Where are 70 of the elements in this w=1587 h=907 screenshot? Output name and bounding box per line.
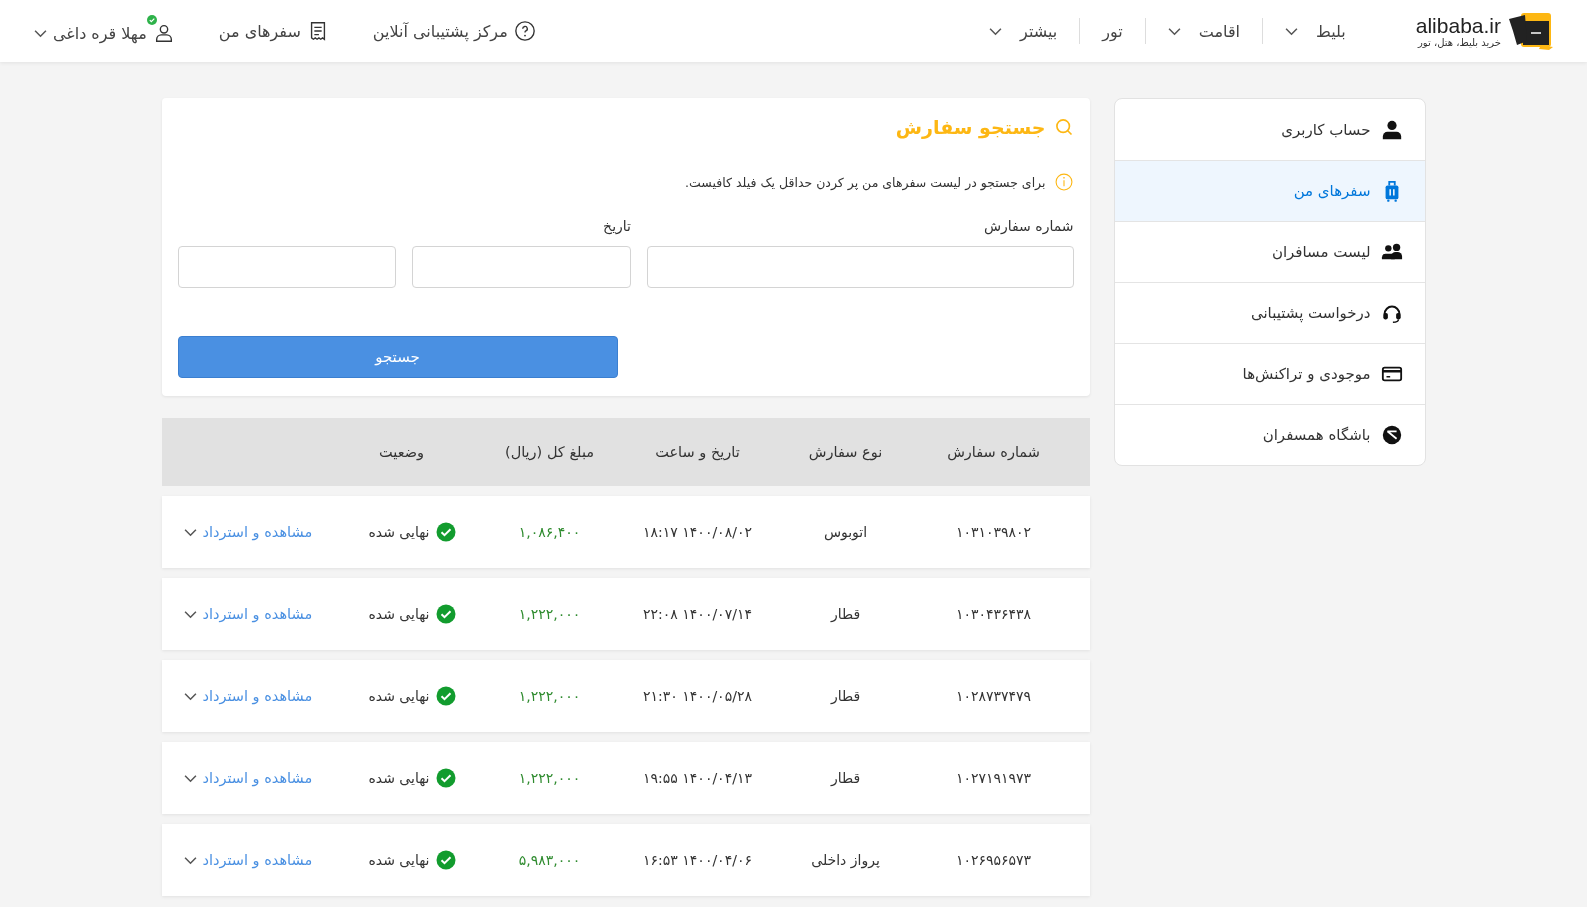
column-header: تاریخ و ساعت — [654, 444, 741, 460]
order-datetime: ۱۴۰۰/۰۴/۱۳ ۱۹:۵۵ — [643, 770, 752, 786]
order-amount: ۱,۰۸۶,۴۰۰ — [518, 524, 581, 540]
logo-tagline: خرید بلیط، هتل، تور — [1418, 37, 1501, 49]
status-text: نهایی شده — [368, 852, 430, 868]
nav-menu-item[interactable]: تور — [1102, 21, 1123, 41]
status-text: نهایی شده — [368, 688, 430, 704]
caret-icon — [989, 26, 1003, 36]
caret-icon — [183, 609, 197, 619]
order-datetime: ۱۴۰۰/۰۷/۱۴ ۲۲:۰۸ — [643, 606, 752, 622]
check-icon — [435, 686, 456, 706]
sidebar-item[interactable]: موجودی و تراکنش‌ها — [1114, 343, 1425, 404]
caret-icon — [34, 28, 47, 38]
caret-icon — [183, 773, 197, 783]
search-title: جستجو سفارش — [895, 116, 1046, 138]
field-label: تاریخ — [603, 218, 631, 234]
order-amount: ۱,۲۲۲,۰۰۰ — [518, 770, 581, 786]
check-icon — [435, 522, 456, 542]
order-amount: ۱,۲۲۲,۰۰۰ — [518, 688, 581, 704]
order-type: اتوبوس — [823, 524, 868, 540]
check-icon — [435, 604, 456, 624]
nav-menu-item[interactable]: اقامت — [1167, 21, 1240, 41]
status-text: نهایی شده — [368, 606, 430, 622]
order-type: قطار — [830, 606, 861, 622]
user-menu[interactable]: مهلا قره داغی — [28, 14, 175, 48]
order-datetime: ۱۴۰۰/۰۸/۰۲ ۱۸:۱۷ — [643, 524, 752, 540]
caret-icon — [1285, 26, 1298, 36]
sidebar-item[interactable]: باشگاه همسفران — [1114, 404, 1425, 465]
search-icon — [1053, 117, 1074, 137]
nav-menu-item[interactable]: بلیط — [1285, 21, 1346, 41]
check-icon — [435, 768, 456, 788]
info-icon — [1053, 172, 1074, 192]
hint-text: برای جستجو در لیست سفرهای من پر کردن حداقل یک فیلد کافیست. — [685, 174, 1046, 190]
user-icon — [1380, 118, 1403, 141]
order-number: ۱۰۲۸۷۳۷۴۷۹ — [955, 688, 1032, 704]
order-number: ۱۰۲۷۱۹۱۹۷۳ — [955, 770, 1032, 786]
caret-icon — [183, 691, 197, 701]
order-amount: ۱,۲۲۲,۰۰۰ — [518, 606, 581, 622]
input-field[interactable] — [177, 246, 397, 288]
column-header: نوع سفارش — [807, 444, 884, 460]
status-text: نهایی شده — [368, 770, 430, 786]
nav-menu-item[interactable]: بیشتر — [989, 21, 1058, 41]
logo-wordmark[interactable]: alibaba.ir — [1415, 13, 1501, 38]
order-datetime: ۱۴۰۰/۰۴/۰۶ ۱۶:۵۳ — [643, 852, 752, 868]
caret-icon — [1167, 26, 1181, 36]
sidebar-item[interactable]: لیست مسافران — [1114, 221, 1425, 282]
input-field[interactable] — [412, 246, 631, 288]
order-number: ۱۰۳۰۴۳۶۴۳۸ — [955, 606, 1032, 622]
order-datetime: ۱۴۰۰/۰۵/۲۸ ۲۱:۳۰ — [643, 688, 752, 704]
order-number: ۱۰۳۱۰۳۹۸۰۲ — [955, 524, 1032, 540]
sidebar-item[interactable]: سفرهای من — [1114, 160, 1425, 221]
my-trips-link[interactable]: سفرهای من — [218, 20, 329, 42]
check-icon — [435, 850, 456, 870]
column-header: وضعیت — [378, 444, 425, 460]
order-amount: ۵,۹۸۳,۰۰۰ — [518, 852, 581, 868]
sidebar-item[interactable]: درخواست پشتیبانی — [1114, 282, 1425, 343]
input-field[interactable] — [646, 246, 1074, 288]
order-number: ۱۰۲۶۹۵۶۵۷۳ — [955, 852, 1032, 868]
field-label: شماره سفارش — [983, 218, 1074, 234]
support-link[interactable]: مرکز پشتیبانی آنلاین — [372, 20, 536, 42]
column-header: شماره سفارش — [946, 444, 1041, 460]
sidebar-item[interactable]: حساب کاربری — [1114, 99, 1425, 160]
order-type: قطار — [830, 770, 861, 786]
order-type: پرواز داخلی — [811, 852, 880, 868]
caret-icon — [183, 855, 197, 865]
order-type: قطار — [830, 688, 861, 704]
help-icon — [513, 20, 536, 42]
status-text: نهایی شده — [368, 524, 430, 540]
column-header: مبلغ کل (ریال) — [503, 444, 596, 460]
caret-icon — [183, 527, 197, 537]
